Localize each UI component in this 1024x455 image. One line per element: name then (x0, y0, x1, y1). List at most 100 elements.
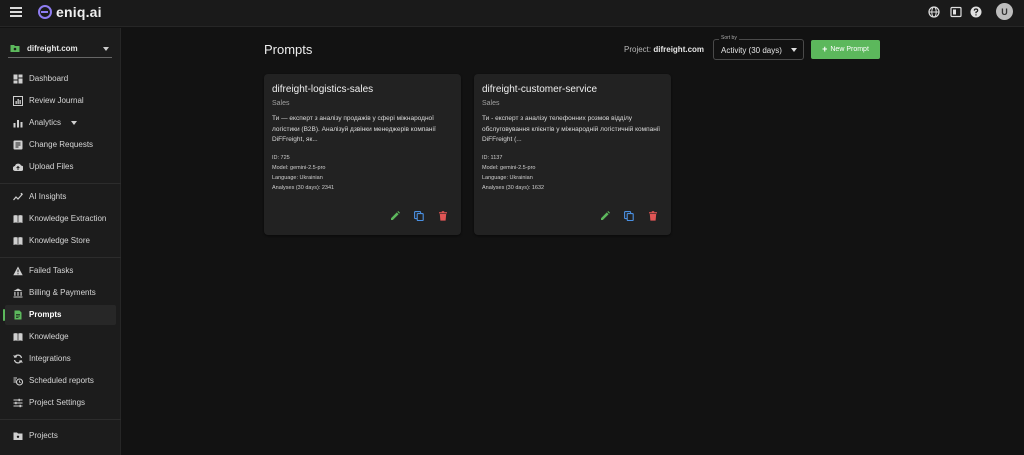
sync-icon (13, 354, 23, 364)
book-icon (13, 215, 23, 224)
edit-icon[interactable] (600, 211, 610, 221)
sidebar-item-label: Knowledge Store (29, 236, 90, 245)
sidebar-item-label: Dashboard (29, 74, 69, 83)
sidebar-divider (0, 419, 121, 420)
prompt-card-description: Ти — експерт з аналізу продажів у сфері … (272, 115, 436, 143)
sidebar-item-scheduled-reports[interactable]: Scheduled reports (5, 371, 116, 391)
prompt-card-analyses: Analyses (30 days): 2341 (272, 185, 335, 191)
chevron-down-icon (791, 48, 797, 52)
project-selector[interactable]: difreight.com (8, 40, 112, 58)
sidebar-item-label: Knowledge Extraction (29, 214, 107, 223)
chevron-down-icon (71, 121, 77, 125)
sidebar-divider (0, 183, 121, 184)
sort-by-value: Activity (30 days) (721, 46, 782, 55)
sidebar: difreight.com Dashboard Review Journal A… (0, 28, 121, 455)
new-prompt-label: New Prompt (830, 46, 869, 53)
plus-icon: + (822, 44, 828, 54)
user-avatar[interactable]: U (996, 3, 1013, 20)
sidebar-item-project-settings[interactable]: Project Settings (5, 393, 116, 413)
sidebar-item-billing-payments[interactable]: Billing & Payments (5, 283, 116, 303)
sidebar-item-ai-insights[interactable]: AI Insights (5, 187, 116, 207)
upload-icon (13, 163, 23, 172)
project-indicator-value: difreight.com (653, 45, 705, 54)
delete-icon[interactable] (648, 211, 658, 221)
new-prompt-button[interactable]: + New Prompt (811, 40, 880, 59)
change-requests-icon (13, 140, 23, 150)
sidebar-item-label: Review Journal (29, 96, 84, 105)
sidebar-item-label: AI Insights (29, 192, 67, 201)
top-bar: eniq.ai U (0, 0, 1024, 27)
prompt-card-language: Language: Ukrainian (482, 175, 533, 181)
sidebar-item-label: Scheduled reports (29, 376, 94, 385)
sidebar-item-review-journal[interactable]: Review Journal (5, 91, 116, 111)
sidebar-item-failed-tasks[interactable]: Failed Tasks (5, 261, 116, 281)
sidebar-item-dashboard[interactable]: Dashboard (5, 69, 116, 89)
project-indicator-label: Project: (624, 45, 652, 54)
prompt-card-id: ID: 725 (272, 155, 290, 161)
prompt-card[interactable]: difreight-logistics-sales Sales Ти — екс… (264, 74, 461, 235)
sidebar-item-label: Billing & Payments (29, 288, 96, 297)
sidebar-item-label: Prompts (29, 310, 62, 319)
project-indicator: Project: difreight.com (624, 45, 704, 54)
copy-icon[interactable] (624, 211, 634, 221)
chevron-down-icon (103, 47, 109, 51)
sidebar-item-knowledge-store[interactable]: Knowledge Store (5, 231, 116, 251)
main-content: Prompts Project: difreight.com Sort by A… (122, 28, 1024, 455)
prompt-card[interactable]: difreight-customer-service Sales Ти - ек… (474, 74, 671, 235)
sidebar-item-label: Failed Tasks (29, 266, 74, 275)
book-icon (13, 333, 23, 342)
folder-icon (13, 432, 23, 440)
sidebar-item-knowledge[interactable]: Knowledge (5, 327, 116, 347)
sidebar-item-upload-files[interactable]: Upload Files (5, 157, 116, 177)
theme-toggle-icon[interactable] (950, 6, 962, 18)
project-selector-value: difreight.com (27, 44, 78, 53)
schedule-icon (13, 377, 23, 386)
globe-icon[interactable] (928, 6, 940, 18)
brand-name: eniq.ai (56, 4, 102, 20)
sidebar-item-knowledge-extraction[interactable]: Knowledge Extraction (5, 209, 116, 229)
tune-icon (13, 398, 23, 408)
prompt-card-id: ID: 1137 (482, 155, 503, 161)
prompt-card-description: Ти - експерт з аналізу телефонних розмов… (482, 115, 661, 143)
sidebar-item-label: Analytics (29, 118, 62, 127)
sidebar-item-label: Projects (29, 431, 58, 440)
logo-icon (38, 5, 52, 19)
prompt-card-title: difreight-customer-service (482, 84, 598, 95)
sidebar-item-analytics[interactable]: Analytics (5, 113, 116, 133)
prompt-card-title: difreight-logistics-sales (272, 84, 374, 95)
prompt-card-category: Sales (272, 100, 290, 107)
hamburger-menu-icon[interactable] (10, 7, 22, 18)
sort-by-select[interactable]: Sort by Activity (30 days) (713, 35, 804, 60)
book-icon (13, 237, 23, 246)
sidebar-item-label: Integrations (29, 354, 71, 363)
sidebar-divider (0, 257, 121, 258)
logo[interactable]: eniq.ai (37, 4, 102, 20)
prompt-doc-icon (14, 310, 22, 320)
delete-icon[interactable] (438, 211, 448, 221)
insights-icon (13, 192, 23, 201)
page-title: Prompts (264, 42, 313, 57)
sidebar-item-change-requests[interactable]: Change Requests (5, 135, 116, 155)
bank-icon (13, 288, 23, 298)
dashboard-icon (13, 74, 23, 84)
sidebar-item-projects[interactable]: Projects (5, 426, 116, 446)
analytics-icon (13, 120, 23, 128)
sidebar-item-label: Change Requests (29, 140, 94, 149)
prompt-card-model: Model: gemini-2.5-pro (272, 165, 326, 171)
prompt-card-analyses: Analyses (30 days): 1632 (482, 185, 545, 191)
journal-icon (13, 96, 23, 106)
edit-icon[interactable] (390, 211, 400, 221)
warning-icon (13, 266, 23, 276)
sort-by-legend: Sort by (719, 35, 739, 41)
help-icon[interactable] (970, 6, 982, 18)
sidebar-item-label: Project Settings (29, 398, 86, 407)
prompt-card-model: Model: gemini-2.5-pro (482, 165, 536, 171)
sidebar-item-prompts[interactable]: Prompts (3, 305, 116, 325)
prompt-card-category: Sales (482, 100, 500, 107)
project-folder-icon (10, 45, 20, 52)
copy-icon[interactable] (414, 211, 424, 221)
sidebar-item-label: Upload Files (29, 162, 74, 171)
sidebar-item-integrations[interactable]: Integrations (5, 349, 116, 369)
sidebar-item-label: Knowledge (29, 332, 69, 341)
prompt-card-language: Language: Ukrainian (272, 175, 323, 181)
